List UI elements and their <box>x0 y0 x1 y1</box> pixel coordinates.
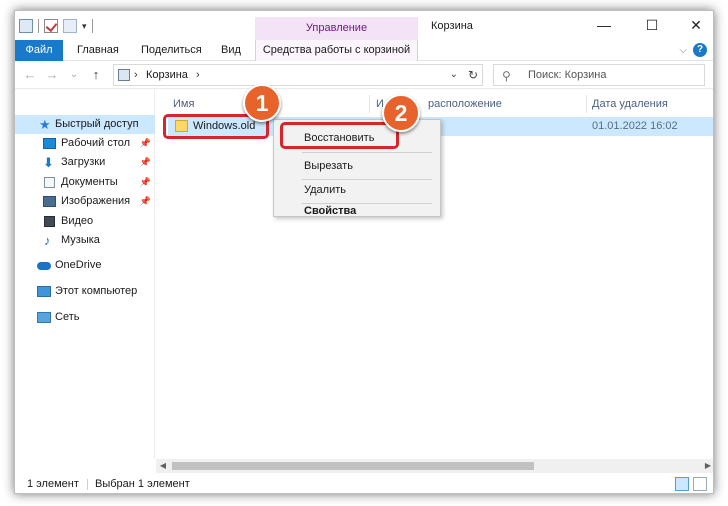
search-box[interactable]: ⚲ <box>493 64 705 86</box>
horizontal-scrollbar[interactable]: ◀ ▶ <box>156 459 713 473</box>
details-view-icon[interactable] <box>675 477 689 491</box>
menu-item-properties[interactable]: Свойства <box>274 204 440 218</box>
sidebar-item-label: OneDrive <box>55 259 102 271</box>
breadcrumb-separator-end[interactable]: › <box>196 65 200 85</box>
menu-divider <box>302 152 432 153</box>
window-title: Корзина <box>431 20 473 32</box>
scroll-left-icon[interactable]: ◀ <box>156 459 170 473</box>
tab-recycle-bin-tools[interactable]: Средства работы с корзиной <box>255 40 418 61</box>
properties-icon[interactable] <box>44 19 58 33</box>
forward-button[interactable]: → <box>43 66 61 84</box>
sidebar-item-label: Этот компьютер <box>55 285 138 297</box>
download-icon: ⬇ <box>43 155 54 170</box>
status-bar: 1 элемент Выбран 1 элемент <box>15 473 713 493</box>
breadcrumb-recycle-bin[interactable]: Корзина <box>146 65 188 85</box>
sidebar-item-label: Сеть <box>55 311 80 323</box>
selection-count: Выбран 1 элемент <box>95 478 190 490</box>
file-explorer-window: ▾ Управление Корзина — ☐ ✕ Файл Главная … <box>14 10 714 494</box>
sidebar-item-documents[interactable]: Документы 📌 <box>15 173 155 192</box>
close-button[interactable]: ✕ <box>679 14 713 36</box>
computer-icon <box>37 286 51 297</box>
scroll-right-icon[interactable]: ▶ <box>701 459 713 473</box>
pin-icon: 📌 <box>139 196 151 206</box>
video-icon <box>44 216 55 227</box>
breadcrumb-separator[interactable]: › <box>134 65 138 85</box>
help-icon[interactable]: ? <box>693 43 707 57</box>
search-icon: ⚲ <box>502 69 511 83</box>
expand-ribbon-icon[interactable]: ⌵ <box>679 45 687 56</box>
sidebar-item-label: Видео <box>61 215 94 227</box>
back-button[interactable]: ← <box>21 66 39 84</box>
sidebar-item-label: Быстрый доступ <box>55 118 139 130</box>
highlight-restore <box>280 122 399 149</box>
item-count: 1 элемент <box>27 478 79 490</box>
recent-locations-button[interactable]: ⌄ <box>65 66 83 84</box>
divider <box>91 19 93 33</box>
navigation-bar: ← → ⌄ ↑ › Корзина › ⌄ ↻ ⚲ <box>15 61 713 89</box>
new-folder-icon[interactable] <box>63 19 77 33</box>
column-header-location[interactable]: расположение <box>428 95 502 113</box>
sidebar-item-label: Музыка <box>61 234 100 246</box>
minimize-button[interactable]: — <box>587 14 621 36</box>
tab-share[interactable]: Поделиться <box>131 40 212 61</box>
up-button[interactable]: ↑ <box>87 66 105 84</box>
address-bar[interactable]: › Корзина › ⌄ ↻ <box>113 64 483 86</box>
ribbon-controls: ⌵ ? <box>679 43 707 57</box>
navigation-pane: ★ Быстрый доступ Рабочий стол 📌 ⬇ Загруз… <box>15 89 155 459</box>
column-divider[interactable] <box>586 95 587 113</box>
search-input[interactable] <box>528 67 698 83</box>
pictures-icon <box>43 196 56 207</box>
pin-icon: 📌 <box>139 177 151 187</box>
divider <box>87 479 88 490</box>
sidebar-item-this-pc[interactable]: Этот компьютер <box>15 282 155 301</box>
sidebar-item-quick-access[interactable]: ★ Быстрый доступ <box>15 115 155 134</box>
pin-icon: 📌 <box>139 157 151 167</box>
network-icon <box>37 312 51 323</box>
column-header-name[interactable]: Имя <box>173 95 194 113</box>
sidebar-item-label: Загрузки <box>61 156 106 168</box>
recycle-bin-icon <box>19 19 33 33</box>
scrollbar-thumb[interactable] <box>172 462 534 470</box>
menu-item-delete[interactable]: Удалить <box>274 180 440 201</box>
sidebar-item-onedrive[interactable]: OneDrive <box>15 256 155 275</box>
column-divider[interactable] <box>369 95 370 113</box>
pin-icon: 📌 <box>139 138 151 148</box>
tab-home[interactable]: Главная <box>67 40 129 61</box>
cloud-icon <box>37 262 51 270</box>
step-badge-2: 2 <box>382 94 420 132</box>
desktop-icon <box>43 138 56 149</box>
address-dropdown-icon[interactable]: ⌄ <box>450 65 458 85</box>
ribbon-tabs: Файл Главная Поделиться Вид Средства раб… <box>15 40 713 61</box>
sidebar-item-pictures[interactable]: Изображения 📌 <box>15 192 155 211</box>
title-bar: ▾ Управление Корзина — ☐ ✕ <box>15 11 713 40</box>
sidebar-item-videos[interactable]: Видео <box>15 212 155 231</box>
sidebar-item-downloads[interactable]: ⬇ Загрузки 📌 <box>15 153 155 172</box>
customize-toolbar-icon[interactable]: ▾ <box>82 21 87 32</box>
quick-access-toolbar: ▾ <box>19 17 93 35</box>
sidebar-item-label: Документы <box>61 176 118 188</box>
step-badge-1: 1 <box>243 84 281 122</box>
refresh-icon[interactable]: ↻ <box>468 65 478 85</box>
tab-view[interactable]: Вид <box>211 40 251 61</box>
large-icons-view-icon[interactable] <box>693 477 707 491</box>
date-deleted: 01.01.2022 16:02 <box>592 120 678 132</box>
sidebar-item-network[interactable]: Сеть <box>15 308 155 327</box>
maximize-button[interactable]: ☐ <box>635 14 669 36</box>
divider <box>38 19 39 33</box>
music-icon: ♪ <box>44 233 51 248</box>
sidebar-item-music[interactable]: ♪ Музыка <box>15 231 155 250</box>
menu-item-cut[interactable]: Вырезать <box>274 156 440 177</box>
sidebar-item-desktop[interactable]: Рабочий стол 📌 <box>15 134 155 153</box>
recycle-bin-icon <box>118 69 130 81</box>
column-header-date-deleted[interactable]: Дата удаления <box>592 95 668 113</box>
manage-tab[interactable]: Управление <box>255 17 418 40</box>
sidebar-item-label: Рабочий стол <box>61 137 131 149</box>
tab-file[interactable]: Файл <box>15 40 63 61</box>
sidebar-item-label: Изображения <box>61 195 131 207</box>
document-icon <box>44 177 55 188</box>
star-icon: ★ <box>39 117 51 132</box>
